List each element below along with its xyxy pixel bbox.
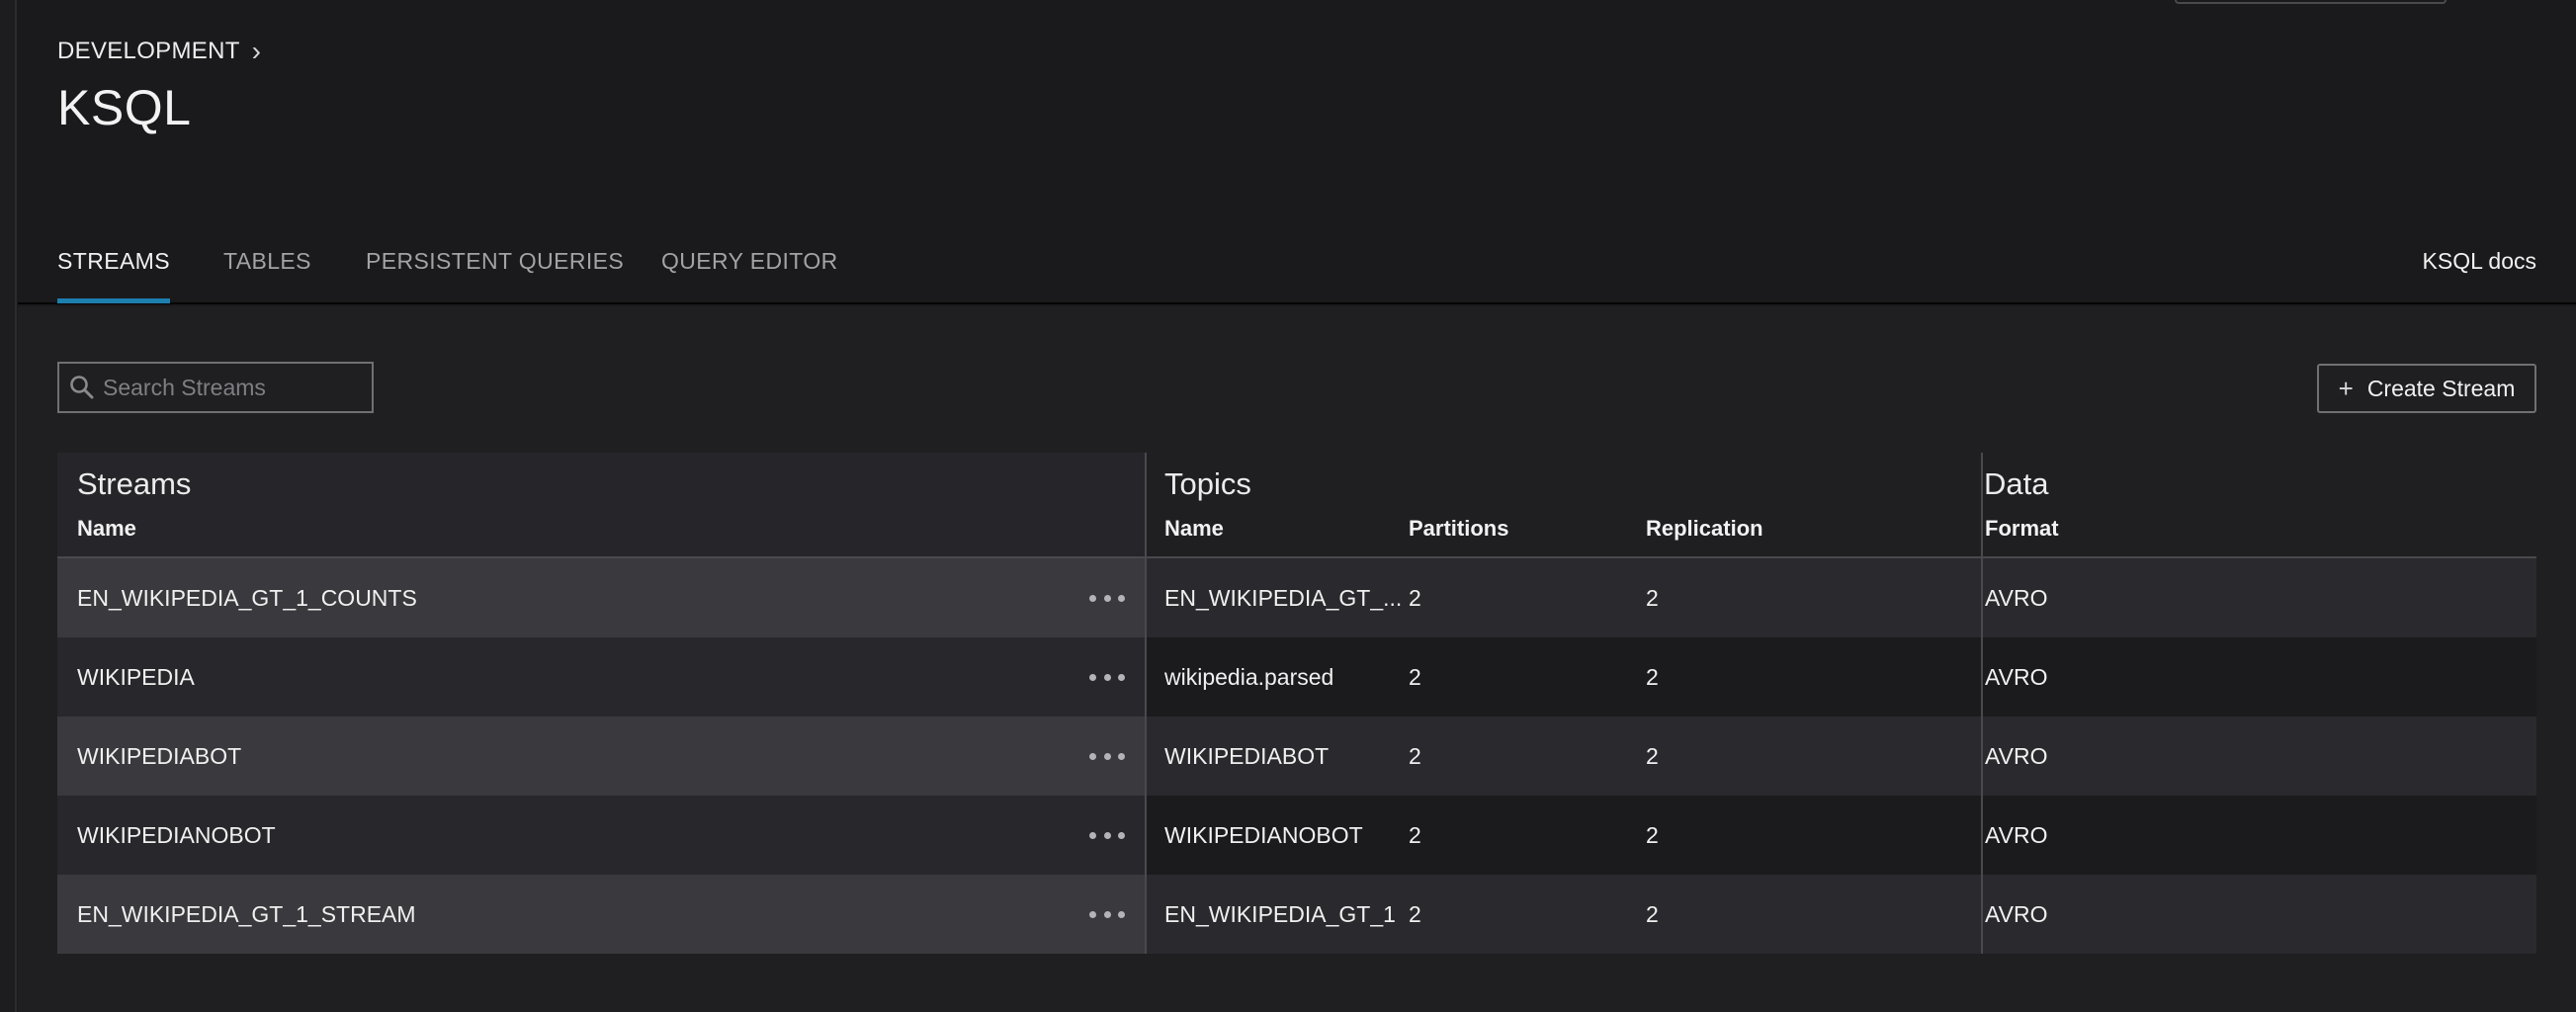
partitions-value: 2 bbox=[1409, 584, 1421, 611]
column-topic-name[interactable]: Name bbox=[1164, 516, 1224, 542]
top-right-control[interactable] bbox=[2175, 0, 2447, 4]
column-replication[interactable]: Replication bbox=[1646, 516, 1763, 542]
partitions-value: 2 bbox=[1409, 663, 1421, 690]
replication-value: 2 bbox=[1646, 663, 1659, 690]
page-header: DEVELOPMENT › KSQL bbox=[57, 38, 261, 136]
column-divider-topics bbox=[1145, 453, 1147, 954]
tab-tables[interactable]: TABLES bbox=[223, 248, 311, 303]
search-box[interactable] bbox=[57, 362, 374, 413]
column-partitions[interactable]: Partitions bbox=[1409, 516, 1508, 542]
replication-value: 2 bbox=[1646, 821, 1659, 848]
section-topics: Topics bbox=[1164, 466, 1251, 501]
format-value: AVRO bbox=[1985, 663, 2048, 690]
row-topic-bg bbox=[1147, 717, 2536, 796]
breadcrumb-development[interactable]: DEVELOPMENT bbox=[57, 38, 240, 65]
topic-name: wikipedia.parsed bbox=[1164, 663, 1334, 690]
tab-persistent-queries[interactable]: PERSISTENT QUERIES bbox=[366, 248, 624, 303]
replication-value: 2 bbox=[1646, 584, 1659, 611]
table-row[interactable]: WIKIPEDIA wikipedia.parsed 2 2 AVRO bbox=[57, 637, 2536, 717]
partitions-value: 2 bbox=[1409, 742, 1421, 769]
more-options-icon[interactable] bbox=[1089, 663, 1125, 691]
column-format[interactable]: Format bbox=[1985, 516, 2059, 542]
column-divider-data bbox=[1981, 453, 1983, 954]
more-options-icon[interactable] bbox=[1089, 584, 1125, 612]
table-row[interactable]: EN_WIKIPEDIA_GT_1_COUNTS EN_WIKIPEDIA_GT… bbox=[57, 558, 2536, 637]
partitions-value: 2 bbox=[1409, 900, 1421, 927]
stream-name[interactable]: WIKIPEDIANOBOT bbox=[77, 796, 276, 875]
format-value: AVRO bbox=[1985, 584, 2048, 611]
table-row[interactable]: EN_WIKIPEDIA_GT_1_STREAM EN_WIKIPEDIA_GT… bbox=[57, 875, 2536, 954]
streams-panel: + Create Stream Streams Topics Data Name… bbox=[18, 306, 2576, 1012]
section-data: Data bbox=[1984, 466, 2049, 501]
tab-query-editor[interactable]: QUERY EDITOR bbox=[661, 248, 838, 303]
create-stream-button[interactable]: + Create Stream bbox=[2317, 364, 2536, 413]
search-input[interactable] bbox=[103, 374, 360, 401]
search-icon bbox=[70, 376, 94, 399]
format-value: AVRO bbox=[1985, 742, 2048, 769]
streams-table: Streams Topics Data Name Name Partitions… bbox=[57, 453, 2536, 954]
more-options-icon[interactable] bbox=[1089, 900, 1125, 928]
format-value: AVRO bbox=[1985, 821, 2048, 848]
more-options-icon[interactable] bbox=[1089, 742, 1125, 770]
topic-name: WIKIPEDIANOBOT bbox=[1164, 821, 1363, 848]
partitions-value: 2 bbox=[1409, 821, 1421, 848]
plus-icon: + bbox=[2338, 373, 2354, 403]
tab-streams[interactable]: STREAMS bbox=[57, 248, 170, 303]
format-value: AVRO bbox=[1985, 900, 2048, 927]
streams-header-bg bbox=[57, 453, 1145, 556]
row-topic-bg bbox=[1147, 637, 2536, 717]
topics-header-bg bbox=[1147, 453, 2536, 556]
replication-value: 2 bbox=[1646, 900, 1659, 927]
tabs-bar: STREAMS TABLES PERSISTENT QUERIES QUERY … bbox=[18, 222, 2576, 304]
topic-name: WIKIPEDIABOT bbox=[1164, 742, 1330, 769]
chevron-right-icon: › bbox=[251, 36, 262, 66]
left-rail bbox=[0, 0, 17, 1012]
table-header: Streams Topics Data Name Name Partitions… bbox=[57, 453, 2536, 558]
stream-name[interactable]: WIKIPEDIA bbox=[77, 637, 195, 717]
breadcrumb: DEVELOPMENT › bbox=[57, 38, 261, 65]
create-stream-label: Create Stream bbox=[2366, 375, 2516, 401]
ksql-docs-link[interactable]: KSQL docs bbox=[2423, 248, 2536, 275]
section-streams: Streams bbox=[77, 466, 192, 501]
more-options-icon[interactable] bbox=[1089, 821, 1125, 849]
table-row[interactable]: WIKIPEDIANOBOT WIKIPEDIANOBOT 2 2 AVRO bbox=[57, 796, 2536, 875]
topic-name: EN_WIKIPEDIA_GT_1 bbox=[1164, 900, 1396, 927]
replication-value: 2 bbox=[1646, 742, 1659, 769]
page-title: KSQL bbox=[57, 80, 192, 135]
column-stream-name[interactable]: Name bbox=[77, 516, 136, 542]
stream-name[interactable]: EN_WIKIPEDIA_GT_1_STREAM bbox=[77, 875, 416, 954]
stream-name[interactable]: EN_WIKIPEDIA_GT_1_COUNTS bbox=[77, 558, 417, 637]
topic-name: EN_WIKIPEDIA_GT_... bbox=[1164, 584, 1403, 611]
stream-name[interactable]: WIKIPEDIABOT bbox=[77, 717, 241, 796]
table-row[interactable]: WIKIPEDIABOT WIKIPEDIABOT 2 2 AVRO bbox=[57, 717, 2536, 796]
row-stream-bg bbox=[57, 637, 1145, 717]
